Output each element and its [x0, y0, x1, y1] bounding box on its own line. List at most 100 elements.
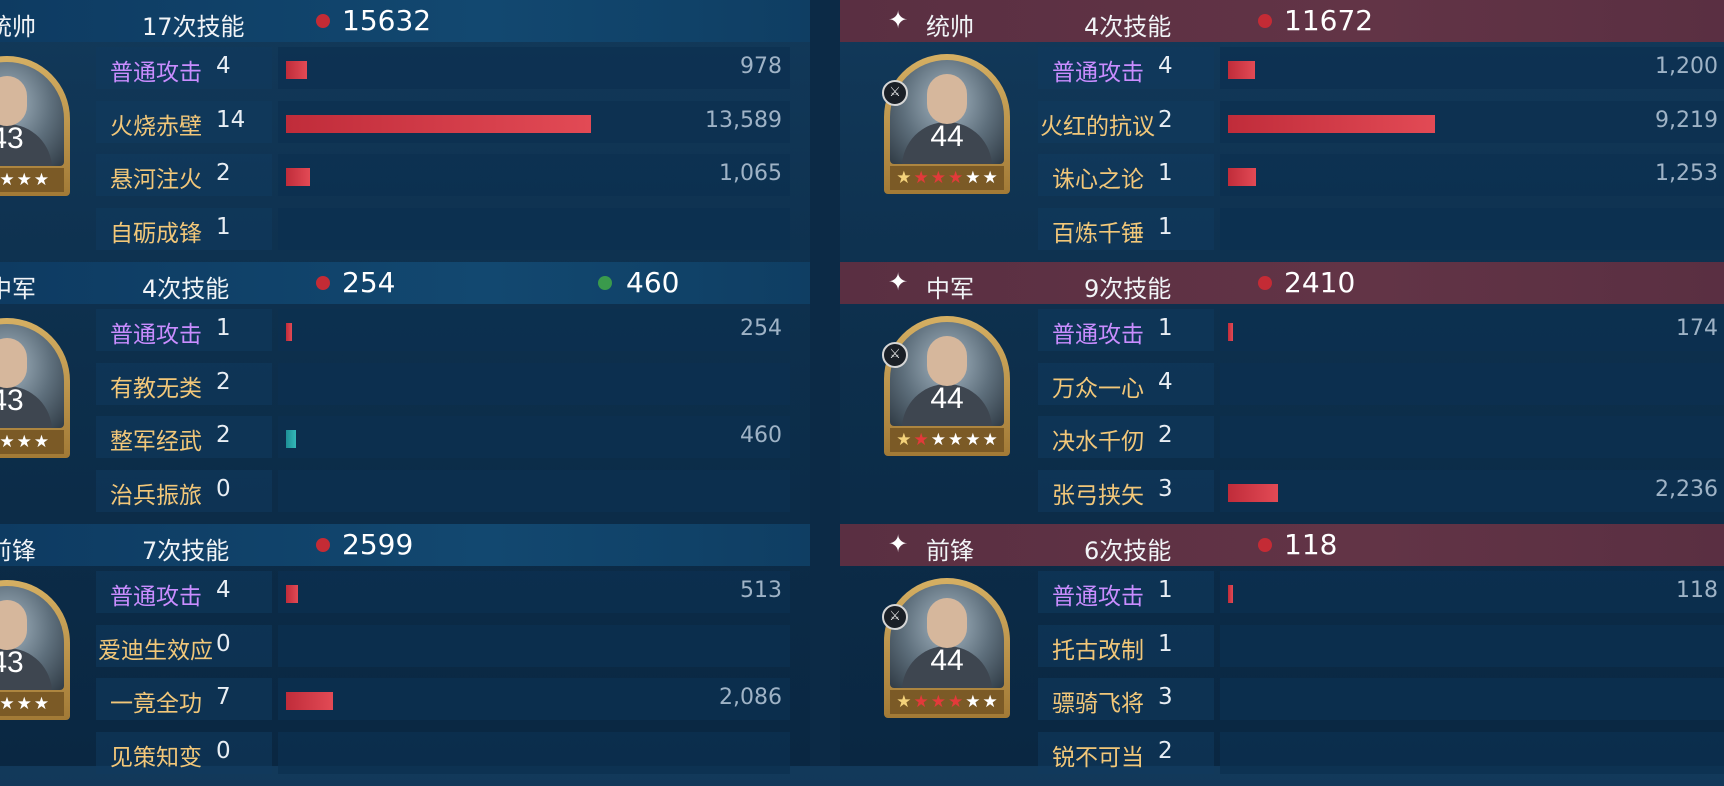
damage-bar-track [278, 731, 790, 774]
skill-name[interactable]: 治兵振旅 [110, 476, 202, 510]
damage-value: 13,589 [705, 107, 782, 133]
damage-bar-track [278, 624, 790, 667]
role-label: 前锋 [926, 537, 974, 565]
skill-level: 4 [216, 53, 231, 79]
skill-name[interactable]: 托古改制 [1052, 631, 1144, 665]
skill-name[interactable]: 一竟全功 [110, 684, 202, 718]
damage-value: 513 [740, 578, 782, 603]
skill-count: 7次技能 [142, 537, 230, 565]
skill-row: 普通攻击 4 978 [0, 44, 810, 90]
role-label: 统帅 [926, 13, 974, 41]
skill-name[interactable]: 普通攻击 [1052, 53, 1144, 87]
skill-level: 2 [1158, 422, 1173, 448]
skill-name[interactable]: 普通攻击 [110, 315, 202, 349]
stat-value: 2410 [1284, 266, 1356, 299]
skill-level: 7 [216, 684, 231, 710]
skill-level: 0 [216, 475, 231, 502]
skill-level: 1 [1158, 630, 1173, 657]
damage-bar-track [1220, 731, 1724, 774]
skill-level: 3 [1158, 475, 1173, 502]
damage-bar-track [278, 309, 790, 351]
unit-section: 前锋7次技能259943★★★★★普通攻击4513爱迪生效应0一竟全功72,08… [0, 524, 810, 786]
green-dot-icon [598, 276, 612, 290]
skill-name[interactable]: 诛心之论 [1052, 160, 1144, 194]
damage-bar-track [1220, 469, 1724, 512]
skill-name[interactable]: 普通攻击 [110, 53, 202, 87]
damage-value: 1,253 [1655, 161, 1718, 186]
damage-bar-track [1220, 416, 1724, 458]
skill-level: 2 [216, 368, 231, 395]
skill-name[interactable]: 悬河注火 [110, 160, 202, 194]
damage-bar [286, 692, 333, 710]
stat-value: 15632 [342, 4, 432, 37]
role-label: 中军 [926, 275, 974, 303]
skill-name[interactable]: 骠骑飞将 [1052, 684, 1144, 718]
skill-name[interactable]: 火红的抗议 [1040, 107, 1155, 141]
skill-name[interactable]: 整军经武 [110, 422, 202, 456]
skill-row: 悬河注火 2 1,065 [0, 151, 810, 197]
skill-name[interactable]: 爱迪生效应 [98, 631, 213, 665]
role-label: 前锋 [0, 537, 36, 565]
unit-section: 中军4次技能25446043★★★★★普通攻击1254有教无类2整军经武2460… [0, 262, 810, 524]
skill-name[interactable]: 自砺成锋 [110, 214, 202, 248]
skill-level: 3 [1158, 684, 1173, 710]
damage-value: 2,236 [1655, 476, 1718, 502]
sparkle-icon: ✦ [888, 6, 909, 34]
skill-name[interactable]: 决水千仞 [1052, 422, 1144, 456]
section-header: 中军 4次技能 254 460 [0, 262, 810, 304]
panel-divider [810, 0, 840, 766]
skill-name[interactable]: 张弓挟矢 [1052, 476, 1144, 510]
skill-level: 2 [216, 160, 231, 186]
skill-name[interactable]: 普通攻击 [1052, 577, 1144, 611]
skill-row: 治兵振旅 0 [0, 467, 810, 513]
skill-row: 张弓挟矢 3 2,236 [840, 467, 1724, 513]
skill-name[interactable]: 万众一心 [1052, 369, 1144, 403]
skill-name[interactable]: 百炼千锤 [1052, 214, 1144, 248]
skill-level: 14 [216, 106, 246, 133]
skill-name[interactable]: 普通攻击 [1052, 315, 1144, 349]
skill-count: 4次技能 [142, 275, 230, 303]
skill-name[interactable]: 火烧赤壁 [110, 107, 202, 141]
skill-count: 9次技能 [1084, 275, 1172, 303]
damage-bar-track [1220, 624, 1724, 667]
damage-bar-track [278, 469, 790, 512]
skill-row: 整军经武 2 460 [0, 413, 810, 459]
skill-name[interactable]: 锐不可当 [1052, 738, 1144, 772]
damage-value: 174 [1676, 316, 1718, 341]
damage-bar-track [278, 207, 790, 250]
skill-row: 骠骑飞将 3 [840, 675, 1724, 721]
damage-bar-track [278, 362, 790, 405]
red-dot-icon [1258, 276, 1272, 290]
section-header: 统帅 17次技能 15632 [0, 0, 810, 42]
damage-bar [286, 114, 591, 133]
red-dot-icon [316, 276, 330, 290]
red-dot-icon [316, 14, 330, 28]
damage-bar-track [278, 678, 790, 720]
skill-level: 1 [1158, 577, 1173, 603]
damage-bar [286, 61, 307, 79]
damage-bar [1228, 323, 1233, 341]
damage-bar-track [1220, 678, 1724, 720]
skill-name[interactable]: 普通攻击 [110, 577, 202, 611]
skill-name[interactable]: 有教无类 [110, 369, 202, 403]
skill-level: 0 [216, 737, 231, 764]
skill-name[interactable]: 见策知变 [110, 738, 202, 772]
skill-count: 17次技能 [142, 13, 245, 41]
skill-count: 6次技能 [1084, 537, 1172, 565]
damage-bar [286, 168, 310, 186]
damage-bar [286, 585, 298, 603]
skill-level: 2 [1158, 737, 1173, 764]
red-dot-icon [316, 538, 330, 552]
damage-value: 118 [1676, 578, 1718, 603]
skill-row: 普通攻击 4 513 [0, 568, 810, 614]
skill-level: 4 [1158, 53, 1173, 79]
skill-level: 4 [1158, 368, 1173, 395]
skill-level: 0 [216, 630, 231, 657]
red-dot-icon [1258, 538, 1272, 552]
red-dot-icon [1258, 14, 1272, 28]
stat-value: 2599 [342, 528, 414, 561]
skill-row: 普通攻击 1 118 [840, 568, 1724, 614]
damage-value: 460 [740, 423, 782, 448]
unit-section: ✦ 统帅 4次技能 11672 44 ★ ★ ★ ★ ★ ★ ⚔ 普通攻击 4 1,200 火红的抗议 2 9,2… [840, 0, 1724, 262]
damage-bar-track [1220, 154, 1724, 196]
